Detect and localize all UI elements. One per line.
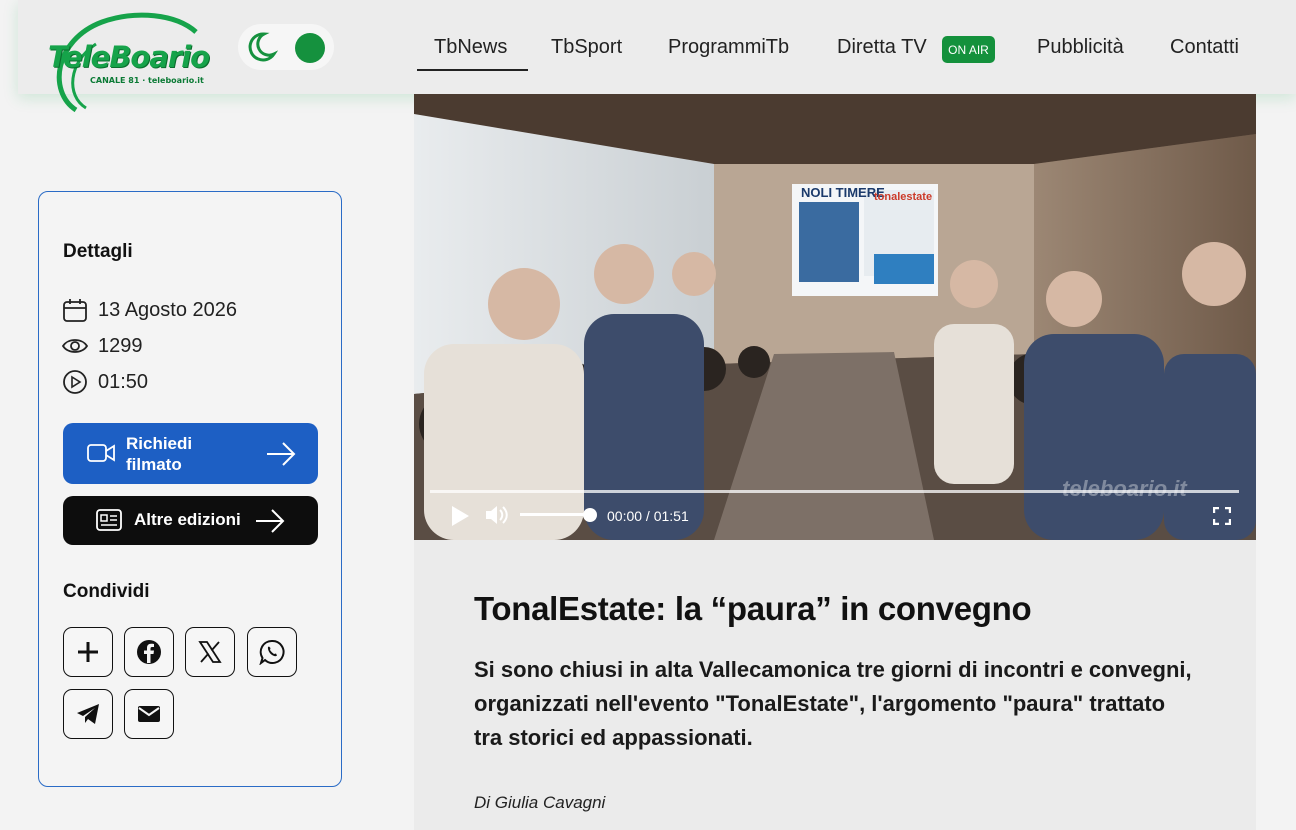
share-email-button[interactable] bbox=[124, 689, 174, 739]
nav-programmitb[interactable]: ProgrammiTb bbox=[668, 36, 789, 59]
share-more-button[interactable] bbox=[63, 627, 113, 677]
share-telegram-button[interactable] bbox=[63, 689, 113, 739]
nav-diretta-tv[interactable]: Diretta TV bbox=[837, 36, 927, 59]
toggle-knob[interactable] bbox=[295, 33, 325, 63]
volume-slider[interactable] bbox=[520, 513, 590, 516]
poster-brand-text: tonalestate bbox=[874, 191, 932, 203]
facebook-icon bbox=[137, 640, 161, 664]
video-camera-icon bbox=[87, 444, 115, 462]
request-footage-label: Richiedi filmato bbox=[126, 434, 193, 474]
video-time: 00:00 / 01:51 bbox=[607, 508, 689, 524]
article-title: TonalEstate: la “paura” in convegno bbox=[474, 590, 1032, 627]
fullscreen-icon[interactable] bbox=[1213, 507, 1231, 525]
video-frame-conference-hall: NOLI TIMERE tonalestate bbox=[414, 94, 1256, 540]
other-editions-button[interactable]: Altre edizioni bbox=[63, 496, 318, 545]
mail-icon bbox=[138, 706, 160, 722]
nav-tbsport[interactable]: TbSport bbox=[551, 36, 622, 59]
article-subtitle: Si sono chiusi in alta Vallecamonica tre… bbox=[474, 657, 1192, 750]
share-whatsapp-button[interactable] bbox=[247, 627, 297, 677]
video-duration: 01:50 bbox=[98, 370, 149, 393]
plus-icon bbox=[78, 642, 98, 662]
share-title: Condividi bbox=[63, 581, 150, 602]
play-icon[interactable] bbox=[450, 505, 470, 527]
duration-row: 01:50 bbox=[62, 369, 148, 395]
moon-icon bbox=[248, 32, 278, 62]
volume-icon[interactable] bbox=[485, 504, 509, 526]
other-editions-label: Altre edizioni bbox=[134, 510, 241, 529]
onair-badge[interactable]: ON AIR bbox=[942, 36, 995, 63]
calendar-icon bbox=[63, 299, 87, 322]
arrow-right-icon bbox=[256, 509, 285, 533]
x-icon bbox=[198, 641, 222, 663]
eye-icon bbox=[62, 339, 88, 353]
brand-tagline: CANALE 81 · teleboario.it bbox=[90, 76, 204, 85]
nav-active-indicator bbox=[417, 69, 528, 71]
nav-contatti[interactable]: Contatti bbox=[1170, 36, 1239, 59]
article-author: Di Giulia Cavagni bbox=[474, 793, 606, 812]
arrow-right-icon bbox=[267, 442, 296, 466]
share-x-button[interactable] bbox=[185, 627, 235, 677]
newspaper-icon bbox=[96, 509, 122, 531]
details-title: Dettagli bbox=[63, 241, 133, 262]
publish-date: 13 Agosto 2026 bbox=[98, 298, 238, 321]
share-facebook-button[interactable] bbox=[124, 627, 174, 677]
nav-tbnews[interactable]: TbNews bbox=[434, 36, 507, 59]
volume-slider-knob[interactable] bbox=[583, 508, 597, 522]
brand-name: TeleBoario bbox=[48, 40, 210, 74]
nav-pubblicita[interactable]: Pubblicità bbox=[1037, 36, 1124, 59]
view-count: 1299 bbox=[98, 334, 143, 357]
video-watermark: teleboario.it bbox=[1062, 476, 1187, 501]
whatsapp-icon bbox=[259, 639, 285, 665]
play-circle-icon bbox=[63, 370, 87, 394]
telegram-icon bbox=[77, 704, 99, 724]
date-row: 13 Agosto 2026 bbox=[62, 297, 237, 323]
request-footage-button[interactable]: Richiedi filmato bbox=[63, 423, 318, 484]
poster-banner-text: NOLI TIMERE bbox=[801, 185, 885, 200]
video-player[interactable]: NOLI TIMERE tonalestate bbox=[414, 94, 1256, 540]
views-row: 1299 bbox=[62, 333, 143, 359]
